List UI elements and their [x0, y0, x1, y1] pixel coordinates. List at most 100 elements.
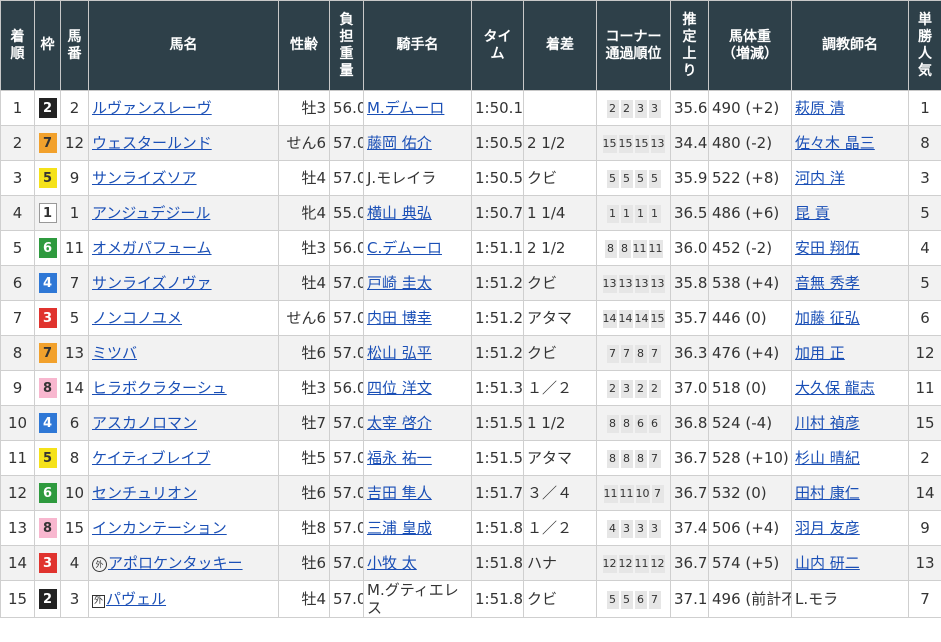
horse-name-link[interactable]: アポロケンタッキー: [108, 554, 243, 572]
jockey-link[interactable]: 吉田 隼人: [367, 484, 432, 502]
horse-name-link[interactable]: ウェスタールンド: [92, 134, 212, 152]
time-cell: 1:51.2: [471, 335, 524, 371]
corner-position: 2: [606, 380, 619, 398]
trainer-link[interactable]: 河内 洋: [795, 169, 845, 187]
jockey-cell: 四位 洋文: [363, 370, 472, 406]
weight-cell: 57.0: [329, 510, 364, 546]
time-cell: 1:51.5: [471, 440, 524, 476]
horse-name-link[interactable]: ケイティブレイブ: [92, 449, 211, 467]
time-cell: 1:51.8: [471, 545, 524, 581]
trainer-link[interactable]: 佐々木 晶三: [795, 134, 875, 152]
jockey-link[interactable]: 松山 弘平: [367, 344, 432, 362]
trainer-link[interactable]: 音無 秀孝: [795, 274, 860, 292]
jockey-link[interactable]: 横山 典弘: [367, 204, 432, 222]
waku-badge: 6: [38, 483, 57, 503]
corner-position: 14: [602, 310, 617, 328]
horse-name-link[interactable]: サンライズソア: [92, 169, 197, 187]
jockey-link[interactable]: C.デムーロ: [367, 239, 442, 257]
bodyweight-cell: 574 (+5): [708, 545, 792, 581]
corner-position: 8: [634, 450, 647, 468]
corner-positions: 14 14 14 15: [602, 310, 665, 328]
jockey-link[interactable]: 福永 祐一: [367, 449, 432, 467]
trainer-cell: 杉山 晴紀: [791, 440, 909, 476]
margin-cell: 2 1/2: [523, 125, 597, 161]
corner-position: 7: [651, 485, 664, 503]
trainer-link[interactable]: 加用 正: [795, 344, 845, 362]
corner-cell: 4333: [596, 510, 671, 546]
header-row: 着 順 枠 馬 番 馬名 性齢 負 担 重 量 騎手名 タイ ム 着差 コーナー…: [0, 0, 941, 91]
sexage-cell: 牡3: [278, 90, 330, 126]
jockey-link[interactable]: 藤岡 佑介: [367, 134, 432, 152]
jockey-cell: 小牧 太: [363, 545, 472, 581]
corner-position: 7: [648, 591, 661, 609]
trainer-link[interactable]: 羽月 友彦: [795, 519, 860, 537]
jockey-link[interactable]: 三浦 皇成: [367, 519, 432, 537]
rank-cell: 5: [0, 230, 35, 266]
trainer-link[interactable]: 萩原 清: [795, 99, 845, 117]
horse-name-link[interactable]: オメガパフューム: [92, 239, 212, 257]
trainer-link[interactable]: 川村 禎彦: [795, 414, 860, 432]
jockey-cell: 吉田 隼人: [363, 475, 472, 511]
waku-badge: 6: [38, 238, 57, 258]
corner-position: 8: [604, 240, 617, 258]
jockey-link[interactable]: 太宰 啓介: [367, 414, 432, 432]
bodyweight-cell: 446 (0): [708, 300, 792, 336]
rank-cell: 13: [0, 510, 35, 546]
corner-position: 13: [602, 275, 617, 293]
horse-cell: サンライズソア: [88, 160, 279, 196]
waku-cell: 7: [34, 125, 61, 161]
table-row: 10 4 6 アスカノロマン 牡7 57.0 太宰 啓介 1:51.5 1 1/…: [0, 405, 941, 441]
horse-name-link[interactable]: ヒラボクラターシュ: [92, 379, 227, 397]
horse-name-link[interactable]: センチュリオン: [92, 484, 197, 502]
header-jockey: 騎手名: [363, 0, 472, 91]
trainer-link[interactable]: 加藤 征弘: [795, 309, 860, 327]
jockey-cell: 松山 弘平: [363, 335, 472, 371]
corner-position: 8: [606, 450, 619, 468]
jockey-link[interactable]: 小牧 太: [367, 554, 417, 572]
corner-position: 2: [606, 100, 619, 118]
jockey-cell: 横山 典弘: [363, 195, 472, 231]
header-waku: 枠: [34, 0, 61, 91]
jockey-link[interactable]: 四位 洋文: [367, 379, 432, 397]
horse-cell: インカンテーション: [88, 510, 279, 546]
horse-name-link[interactable]: アスカノロマン: [92, 414, 197, 432]
header-sexage: 性齢: [278, 0, 330, 91]
corner-positions: 12 12 11 12: [602, 555, 665, 573]
horse-name-link[interactable]: サンライズノヴァ: [92, 274, 212, 292]
table-row: 15 2 3 外パヴェル 牡4 57.0 M.グティエレス 1:51.8 クビ …: [0, 580, 941, 618]
corner-cell: 13 13 13 13: [596, 265, 671, 301]
horse-name-link[interactable]: ルヴァンスレーヴ: [92, 99, 212, 117]
corner-position: 14: [634, 310, 649, 328]
horse-name-link[interactable]: ノンコノユメ: [92, 309, 182, 327]
last3f-cell: 37.0: [670, 370, 709, 406]
trainer-link[interactable]: 昆 貢: [795, 204, 830, 222]
last3f-cell: 36.8: [670, 405, 709, 441]
corner-position: 7: [606, 345, 619, 363]
trainer-cell: 山内 研二: [791, 545, 909, 581]
trainer-link[interactable]: 田村 康仁: [795, 484, 860, 502]
horse-name-link[interactable]: ミツバ: [92, 344, 137, 362]
horse-name-link[interactable]: インカンテーション: [92, 519, 227, 537]
corner-position: 6: [648, 415, 661, 433]
time-cell: 1:51.1: [471, 230, 524, 266]
corner-position: 6: [634, 591, 647, 609]
umaban-cell: 9: [60, 160, 89, 196]
corner-cell: 5567: [596, 580, 671, 618]
corner-positions: 15 15 15 13: [602, 135, 665, 153]
bodyweight-cell: 518 (0): [708, 370, 792, 406]
corner-position: 7: [620, 345, 633, 363]
trainer-link[interactable]: 山内 研二: [795, 554, 860, 572]
horse-name-link[interactable]: アンジュデジール: [92, 204, 210, 222]
horse-name-link[interactable]: パヴェル: [106, 590, 166, 608]
trainer-link[interactable]: 大久保 龍志: [795, 379, 875, 397]
jockey-link[interactable]: M.デムーロ: [367, 99, 444, 117]
table-row: 8 7 13 ミツバ 牡6 57.0 松山 弘平 1:51.2 クビ 7787 …: [0, 335, 941, 371]
trainer-link[interactable]: 杉山 晴紀: [795, 449, 860, 467]
horse-cell: アンジュデジール: [88, 195, 279, 231]
jockey-link[interactable]: 戸崎 圭太: [367, 274, 432, 292]
jockey-link[interactable]: 内田 博幸: [367, 309, 432, 327]
horse-cell: ウェスタールンド: [88, 125, 279, 161]
bodyweight-cell: 486 (+6): [708, 195, 792, 231]
bodyweight-cell: 524 (-4): [708, 405, 792, 441]
trainer-link[interactable]: 安田 翔伍: [795, 239, 860, 257]
